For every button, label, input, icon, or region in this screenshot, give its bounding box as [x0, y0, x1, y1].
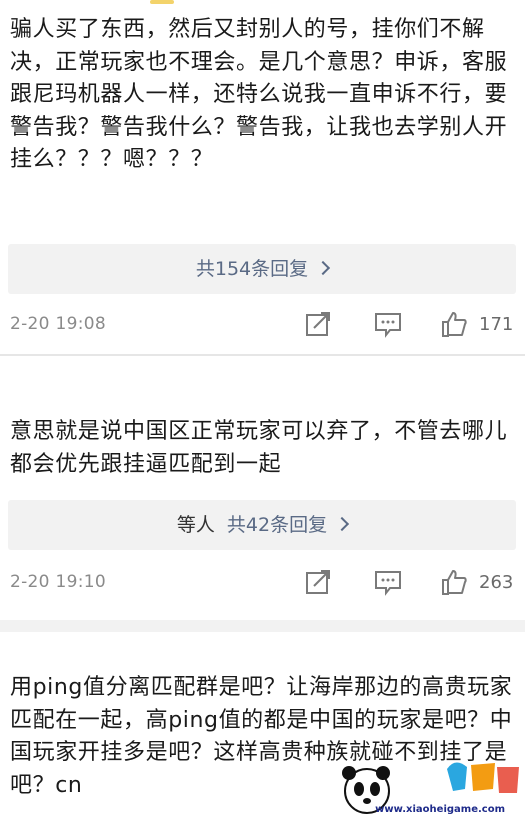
- like-count: 263: [479, 572, 514, 593]
- reply-count-label: 共42条回复: [226, 514, 328, 536]
- comment-text: 骗人买了东西，然后又封别人的号，挂你们不解决，正常玩家也不理会。是几个意思？申诉…: [10, 17, 508, 172]
- comment-time: 2-20 19:10: [10, 572, 106, 592]
- reply-summary-button[interactable]: 共154条回复: [8, 244, 516, 294]
- comment-time: 2-20 19:08: [10, 314, 106, 334]
- reply-count-label: 共154条回复: [195, 258, 309, 280]
- comment-meta: 2-20 19:10 263: [0, 564, 525, 604]
- like-count: 171: [479, 314, 514, 335]
- thumbs-up-icon[interactable]: [440, 310, 468, 340]
- site-watermark: www.xiaoheigame.com: [335, 749, 525, 819]
- comment-icon[interactable]: [374, 568, 402, 598]
- divider: [0, 620, 525, 632]
- share-icon[interactable]: [304, 310, 332, 340]
- divider: [0, 354, 525, 356]
- reply-summary-button[interactable]: 等人 共42条回复: [8, 500, 516, 550]
- thumbs-up-icon[interactable]: [440, 568, 468, 598]
- comment-feed: 骗人买了东西，然后又封别人的号，挂你们不解决，正常玩家也不理会。是几个意思？申诉…: [0, 0, 525, 819]
- reply-users: 等人: [176, 514, 215, 536]
- comment-icon[interactable]: [374, 310, 402, 340]
- comment-text: 意思就是说中国区正常玩家可以弃了，不管去哪儿都会优先跟挂逼匹配到一起: [10, 419, 508, 477]
- watermark-url: www.xiaoheigame.com: [375, 804, 505, 815]
- chevron-right-icon: [335, 516, 350, 532]
- chevron-right-icon: [316, 260, 331, 276]
- emoji-remnant: [150, 0, 174, 4]
- share-icon[interactable]: [304, 568, 332, 598]
- comment-meta: 2-20 19:08 171: [0, 306, 525, 346]
